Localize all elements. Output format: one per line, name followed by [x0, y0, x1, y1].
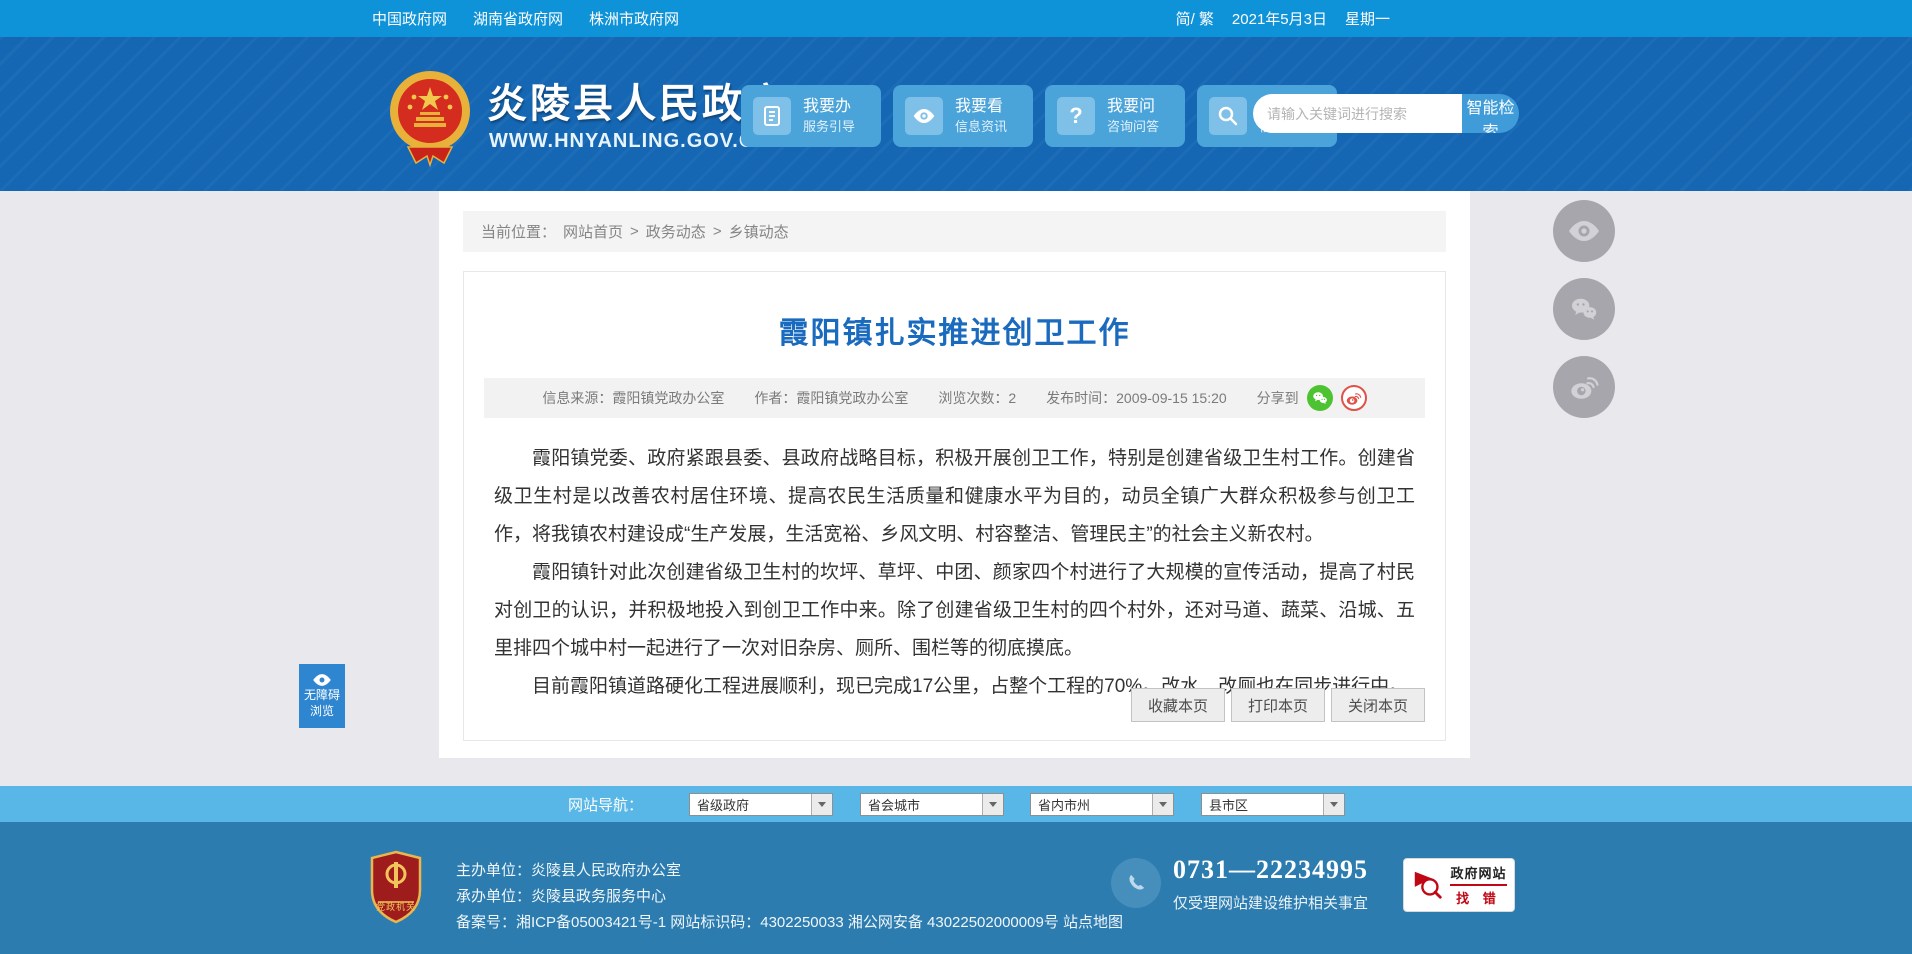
article: 霞阳镇扎实推进创卫工作 信息来源：霞阳镇党政办公室 作者：霞阳镇党政办公室 浏览… — [463, 271, 1446, 741]
close-page-button[interactable]: 关闭本页 — [1331, 688, 1425, 722]
footer-nav: 网站导航： 省级政府 省会城市 省内市州 县市区 — [0, 786, 1912, 822]
weibo-share-icon[interactable] — [1340, 385, 1367, 411]
breadcrumb-separator: > — [712, 223, 722, 240]
question-icon: ? — [1057, 97, 1095, 135]
error-report-icon — [1415, 871, 1443, 899]
article-actions: 收藏本页 打印本页 关闭本页 — [1131, 688, 1425, 722]
side-tools — [1553, 200, 1615, 418]
article-paragraph: 霞阳镇针对此次创建省级卫生村的坎坪、草坪、中团、颜家四个村进行了大规模的宣传活动… — [494, 562, 1415, 659]
quick-button-ask[interactable]: ? 我要问 咨询问答 — [1045, 85, 1185, 147]
top-bar: 中国政府网 湖南省政府网 株洲市政府网 简/ 繁 2021年5月3日 星期一 — [0, 0, 1912, 37]
document-icon — [753, 97, 791, 135]
link-hunan-gov[interactable]: 湖南省政府网 — [473, 8, 563, 29]
share-area: 分享到 — [1257, 385, 1367, 411]
meta-source: 信息来源：霞阳镇党政办公室 — [542, 390, 725, 406]
undertaker-line: 承办单位：炎陵县政务服务中心 — [456, 888, 667, 905]
sitemap-link[interactable]: 站点地图 — [1063, 914, 1123, 931]
lang-toggle[interactable]: 简/ 繁 — [1176, 8, 1214, 29]
eye-icon — [313, 674, 331, 686]
quick-buttons: 我要办 服务引导 我要看 信息资讯 ? 我要问 咨询问答 — [741, 85, 1337, 147]
party-gov-badge-icon: 党政机关 — [368, 850, 424, 926]
gov-site-error-report-button[interactable]: 政府网站 找 错 — [1403, 858, 1515, 912]
gov-links: 中国政府网 湖南省政府网 株洲市政府网 — [372, 0, 679, 37]
share-label: 分享到 — [1256, 390, 1299, 406]
chevron-down-icon — [1152, 794, 1173, 815]
top-right: 简/ 繁 2021年5月3日 星期一 — [1176, 0, 1390, 37]
wechat-share-icon[interactable] — [1306, 385, 1333, 411]
chevron-down-icon — [1323, 794, 1344, 815]
article-meta: 信息来源：霞阳镇党政办公室 作者：霞阳镇党政办公室 浏览次数：2 发布时间：20… — [484, 378, 1425, 418]
breadcrumb-separator: > — [630, 223, 639, 240]
accessibility-browse-button[interactable]: 无障碍 浏览 — [299, 664, 345, 728]
quick-button-label: 我要办 服务引导 — [803, 98, 856, 135]
article-body: 霞阳镇党委、政府紧跟县委、县政府战略目标，积极开展创卫工作，特别是创建省级卫生村… — [464, 418, 1445, 706]
current-date: 2021年5月3日 — [1231, 11, 1327, 28]
weibo-icon — [1571, 377, 1599, 399]
quick-button-label: 我要问 咨询问答 — [1107, 98, 1160, 135]
select-provincial-gov[interactable]: 省级政府 — [689, 793, 833, 816]
link-china-gov[interactable]: 中国政府网 — [372, 8, 447, 29]
current-weekday: 星期一 — [1344, 11, 1390, 28]
search-icon — [1209, 97, 1247, 135]
contact-phone: 0731—22234995 — [1173, 855, 1368, 884]
eye-icon — [905, 97, 943, 135]
organizer-line: 主办单位：炎陵县人民政府办公室 — [456, 862, 682, 879]
page: 中国政府网 湖南省政府网 株洲市政府网 简/ 繁 2021年5月3日 星期一 炎… — [0, 0, 1912, 954]
meta-views: 浏览次数：2 — [938, 390, 1017, 406]
icp-text: 备案号：湘ICP备05003421号-1 网站标识码：4302250033 湘公… — [456, 914, 1059, 931]
search-input[interactable] — [1253, 94, 1462, 133]
eye-icon — [1569, 221, 1599, 241]
breadcrumb-label: 当前位置： — [481, 224, 557, 241]
select-capital-cities[interactable]: 省会城市 — [860, 793, 1004, 816]
weibo-tool-button[interactable] — [1553, 356, 1615, 418]
link-zhuzhou-gov[interactable]: 株洲市政府网 — [589, 8, 679, 29]
footer: 党政机关 主办单位：炎陵县人民政府办公室 承办单位：炎陵县政务服务中心 备案号：… — [0, 822, 1912, 954]
contact-phone-note: 仅受理网站建设维护相关事宜 — [1173, 895, 1369, 912]
chevron-down-icon — [982, 794, 1003, 815]
error-report-label: 政府网站 找 错 — [1450, 863, 1507, 907]
quick-button-service[interactable]: 我要办 服务引导 — [741, 85, 881, 147]
search-bar: 智能检索 — [1253, 94, 1519, 133]
select-counties[interactable]: 县市区 — [1201, 793, 1345, 816]
breadcrumb: 当前位置： 网站首页 > 政务动态 > 乡镇动态 — [463, 211, 1446, 252]
badge-label: 党政机关 — [375, 902, 416, 912]
main-area: 当前位置： 网站首页 > 政务动态 > 乡镇动态 霞阳镇扎实推进创卫工作 信息来… — [0, 191, 1912, 786]
icp-line: 备案号：湘ICP备05003421号-1 网站标识码：4302250033 湘公… — [456, 910, 1123, 936]
wechat-icon — [1572, 298, 1597, 320]
article-title: 霞阳镇扎实推进创卫工作 — [778, 317, 1131, 350]
wechat-tool-button[interactable] — [1553, 278, 1615, 340]
breadcrumb-gov-news[interactable]: 政务动态 — [646, 221, 706, 242]
select-value: 省会城市 — [868, 798, 921, 813]
bookmark-page-button[interactable]: 收藏本页 — [1131, 688, 1225, 722]
view-tool-button[interactable] — [1553, 200, 1615, 262]
accessibility-label: 浏览 — [309, 704, 334, 718]
select-value: 县市区 — [1209, 798, 1249, 813]
select-value: 省内市州 — [1038, 798, 1091, 813]
phone-icon — [1111, 858, 1161, 908]
breadcrumb-town-news[interactable]: 乡镇动态 — [729, 221, 789, 242]
select-province-cities[interactable]: 省内市州 — [1030, 793, 1174, 816]
breadcrumb-home[interactable]: 网站首页 — [563, 221, 623, 242]
quick-button-news[interactable]: 我要看 信息资讯 — [893, 85, 1033, 147]
article-paragraph: 霞阳镇党委、政府紧跟县委、县政府战略目标，积极开展创卫工作，特别是创建省级卫生村… — [494, 448, 1415, 545]
chevron-down-icon — [811, 794, 832, 815]
smart-search-button[interactable]: 智能检索 — [1462, 94, 1519, 133]
site-url: WWW.HNYANLING.GOV.CN — [489, 130, 770, 152]
site-header: 炎陵县人民政府 WWW.HNYANLING.GOV.CN 我要办 服务引导 我要… — [0, 37, 1912, 191]
print-page-button[interactable]: 打印本页 — [1231, 688, 1325, 722]
footer-info: 主办单位：炎陵县人民政府办公室 承办单位：炎陵县政务服务中心 备案号：湘ICP备… — [456, 858, 1123, 936]
content-card: 当前位置： 网站首页 > 政务动态 > 乡镇动态 霞阳镇扎实推进创卫工作 信息来… — [439, 191, 1470, 758]
quick-button-label: 我要看 信息资讯 — [955, 98, 1008, 135]
meta-publish-time: 发布时间：2009-09-15 15:20 — [1046, 390, 1227, 406]
meta-author: 作者：霞阳镇党政办公室 — [754, 390, 909, 406]
footer-nav-label: 网站导航： — [568, 796, 644, 814]
national-emblem-logo — [390, 71, 470, 168]
accessibility-label: 无障碍 — [303, 688, 340, 702]
select-value: 省级政府 — [697, 798, 750, 813]
